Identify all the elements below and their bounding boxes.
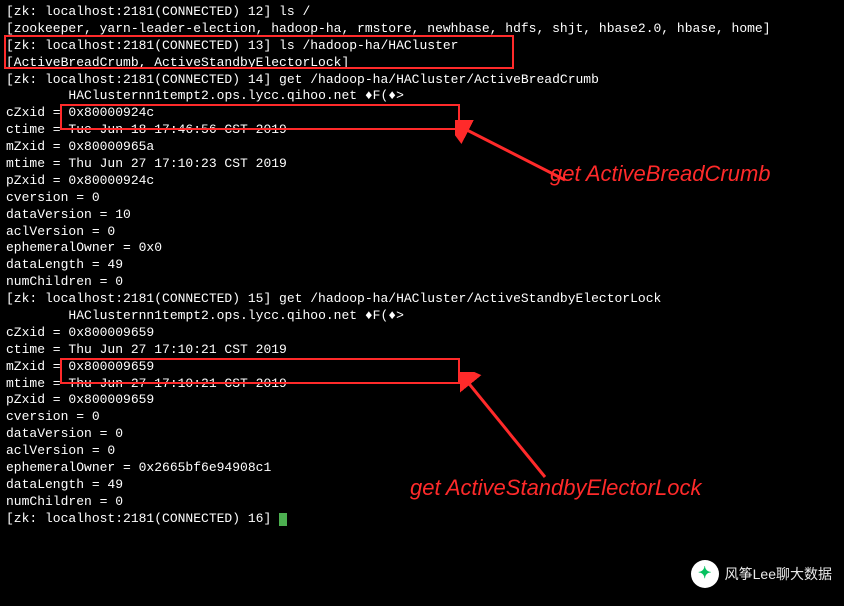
terminal-line: cversion = 0 — [6, 409, 838, 426]
terminal-line: [zk: localhost:2181(CONNECTED) 12] ls / — [6, 4, 838, 21]
terminal-line: aclVersion = 0 — [6, 443, 838, 460]
watermark-text: 风筝Lee聊大数据 — [725, 565, 832, 583]
terminal-line: dataVersion = 10 — [6, 207, 838, 224]
terminal-line: [zk: localhost:2181(CONNECTED) 15] get /… — [6, 291, 838, 308]
terminal-line: [zk: localhost:2181(CONNECTED) 13] ls /h… — [6, 38, 838, 55]
terminal-line: ctime = Tue Jun 18 17:46:56 CST 2019 — [6, 122, 838, 139]
terminal-line: ctime = Thu Jun 27 17:10:21 CST 2019 — [6, 342, 838, 359]
terminal-line: dataLength = 49 — [6, 257, 838, 274]
terminal-line: dataVersion = 0 — [6, 426, 838, 443]
annotation-1: get ActiveBreadCrumb — [550, 160, 771, 189]
terminal-line: ephemeralOwner = 0x0 — [6, 240, 838, 257]
terminal-line: [zookeeper, yarn-leader-election, hadoop… — [6, 21, 838, 38]
terminal-line: pZxid = 0x800009659 — [6, 392, 838, 409]
terminal-line: aclVersion = 0 — [6, 224, 838, 241]
terminal-line: cversion = 0 — [6, 190, 838, 207]
terminal-line: HAClusternn1tempt2.ops.lycc.qihoo.net ♦F… — [6, 88, 838, 105]
watermark: ✦ 风筝Lee聊大数据 — [691, 560, 832, 588]
terminal-line: [zk: localhost:2181(CONNECTED) 14] get /… — [6, 72, 838, 89]
wechat-icon: ✦ — [691, 560, 719, 588]
terminal-line: HAClusternn1tempt2.ops.lycc.qihoo.net ♦F… — [6, 308, 838, 325]
terminal-line: mZxid = 0x800009659 — [6, 359, 838, 376]
cursor-icon — [279, 513, 287, 526]
terminal-line: cZxid = 0x80000924c — [6, 105, 838, 122]
terminal-line: [ActiveBreadCrumb, ActiveStandbyElectorL… — [6, 55, 838, 72]
terminal-line: mtime = Thu Jun 27 17:10:21 CST 2019 — [6, 376, 838, 393]
terminal-line: [zk: localhost:2181(CONNECTED) 16] — [6, 511, 838, 528]
terminal-output: [zk: localhost:2181(CONNECTED) 12] ls /[… — [6, 4, 838, 528]
terminal-line: mZxid = 0x80000965a — [6, 139, 838, 156]
terminal-line: numChildren = 0 — [6, 274, 838, 291]
annotation-2: get ActiveStandbyElectorLock — [410, 474, 701, 503]
terminal-line: cZxid = 0x800009659 — [6, 325, 838, 342]
